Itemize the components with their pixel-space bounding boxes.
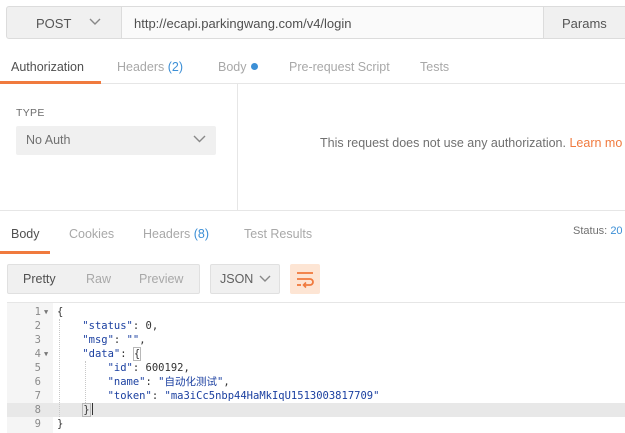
- line-number: 5: [34, 362, 41, 374]
- request-tabs: Authorization Headers (2) Body Pre-reque…: [0, 50, 625, 84]
- view-mode-segment: Pretty Raw Preview: [7, 264, 200, 294]
- code-line: 7 "token": "ma3iCc5nbp44HaMkIqU151300381…: [7, 389, 625, 403]
- url-input[interactable]: http://ecapi.parkingwang.com/v4/login: [121, 6, 544, 39]
- code-text: "token": "ma3iCc5nbp44HaMkIqU15130038177…: [107, 390, 380, 402]
- code-line: 9 }: [7, 417, 625, 431]
- tab-headers[interactable]: Headers (2): [117, 60, 183, 74]
- code-text: "status": 0,: [82, 320, 159, 332]
- code-line: 5 "id": 600192,: [7, 361, 625, 375]
- chevron-down-icon: [193, 135, 206, 143]
- url-text: http://ecapi.parkingwang.com/v4/login: [134, 16, 352, 31]
- chevron-down-icon: [259, 275, 271, 282]
- tab-pre-request-script[interactable]: Pre-request Script: [289, 60, 390, 74]
- code-line: 6 "name": "自动化测试",: [7, 375, 625, 389]
- auth-message: This request does not use any authorizat…: [320, 136, 622, 150]
- status-value: 20: [610, 225, 623, 237]
- auth-type-value: No Auth: [26, 133, 71, 147]
- learn-more-link[interactable]: Learn mo: [569, 136, 622, 150]
- code-text: }: [57, 403, 93, 417]
- code-text: {: [57, 306, 64, 318]
- method-label: POST: [36, 16, 72, 31]
- headers-count: (2): [167, 60, 184, 74]
- pretty-button[interactable]: Pretty: [23, 272, 56, 286]
- code-line: 4 ▼ "data": {: [7, 347, 625, 361]
- wrap-lines-button[interactable]: [290, 264, 320, 294]
- response-toolbar: Pretty Raw Preview JSON: [0, 254, 625, 302]
- code-text: }: [57, 418, 64, 430]
- format-value: JSON: [220, 272, 254, 286]
- fold-arrow-icon[interactable]: ▼: [44, 347, 48, 361]
- line-number: 6: [34, 376, 41, 388]
- indent-guide: [59, 319, 60, 417]
- raw-button[interactable]: Raw: [86, 272, 111, 286]
- tab-response-headers-label: Headers: [143, 227, 191, 241]
- tab-body[interactable]: Body: [218, 60, 258, 74]
- format-select[interactable]: JSON: [210, 264, 280, 294]
- code-line: 2 "status": 0,: [7, 319, 625, 333]
- chevron-down-icon: [89, 18, 101, 25]
- wrap-lines-icon: [297, 272, 314, 289]
- auth-message-text: This request does not use any authorizat…: [320, 136, 566, 150]
- params-label: Params: [562, 16, 607, 31]
- response-tabs: Body Cookies Headers (8) Test Results St…: [0, 210, 625, 254]
- response-headers-count: (8): [193, 227, 210, 241]
- tab-test-results[interactable]: Test Results: [244, 227, 312, 241]
- line-number: 7: [34, 390, 41, 402]
- status-label: Status:: [573, 225, 608, 237]
- indent-guide: [85, 361, 86, 403]
- line-number: 1: [34, 306, 41, 318]
- status-readout: Status: 20: [573, 225, 623, 237]
- code-line: 3 "msg": "",: [7, 333, 625, 347]
- tab-cookies[interactable]: Cookies: [69, 227, 114, 241]
- auth-type-select[interactable]: No Auth: [16, 126, 216, 155]
- auth-type-panel: TYPE No Auth: [0, 84, 238, 210]
- modified-dot-icon: [250, 63, 258, 70]
- tab-response-headers[interactable]: Headers (8): [143, 227, 209, 241]
- type-label: TYPE: [16, 107, 45, 119]
- url-bar: POST http://ecapi.parkingwang.com/v4/log…: [0, 0, 625, 44]
- tab-authorization[interactable]: Authorization: [11, 60, 84, 74]
- line-number: 2: [34, 320, 41, 332]
- tab-response-body[interactable]: Body: [11, 227, 40, 241]
- tab-tests[interactable]: Tests: [420, 60, 449, 74]
- params-button[interactable]: Params: [543, 6, 625, 39]
- code-line: 1 ▼ {: [7, 305, 625, 319]
- line-number: 4: [34, 348, 41, 360]
- code-line-highlighted: 8 }: [7, 403, 625, 417]
- code-text: "id": 600192,: [107, 362, 190, 374]
- preview-button[interactable]: Preview: [139, 272, 183, 286]
- code-text: "name": "自动化测试",: [107, 376, 230, 388]
- tab-headers-label: Headers: [117, 60, 165, 74]
- code-text: "msg": "",: [82, 334, 146, 346]
- method-select[interactable]: POST: [6, 6, 122, 39]
- line-number: 9: [34, 418, 41, 430]
- line-number: 8: [34, 404, 41, 416]
- response-code-editor[interactable]: 1 ▼ { 2 "status": 0, 3 "msg": "", 4 ▼ "d…: [7, 302, 625, 433]
- tab-body-label: Body: [218, 60, 247, 74]
- fold-arrow-icon[interactable]: ▼: [44, 305, 48, 319]
- text-cursor: [91, 403, 93, 415]
- code-text: "data": {: [82, 347, 142, 361]
- line-number: 3: [34, 334, 41, 346]
